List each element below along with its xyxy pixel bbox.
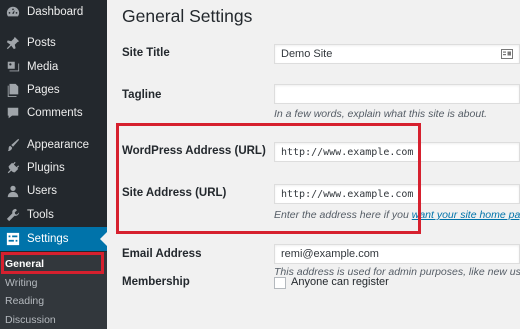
sidebar-item-label: Settings	[27, 233, 69, 245]
sidebar-item-media[interactable]: Media	[0, 56, 107, 78]
user-icon	[5, 183, 21, 199]
sidebar-item-label: Tools	[27, 209, 54, 221]
anyone-can-register-label[interactable]: Anyone can register	[291, 276, 389, 288]
tagline-description: In a few words, explain what this site i…	[274, 108, 488, 120]
email-value: remi@example.com	[281, 248, 379, 260]
sidebar-item-dashboard[interactable]: Dashboard	[0, 1, 107, 23]
wp-address-input[interactable]: http://www.example.com	[274, 142, 520, 162]
wp-address-label: WordPress Address (URL)	[122, 145, 266, 157]
sidebar-item-label: Posts	[27, 37, 56, 49]
admin-sidebar: Dashboard Posts Media Pages Comments App…	[0, 0, 107, 329]
tagline-input[interactable]	[274, 84, 520, 104]
sidebar-item-label: Plugins	[27, 162, 65, 174]
dashboard-icon	[5, 4, 21, 20]
sidebar-item-pages[interactable]: Pages	[0, 79, 107, 101]
settings-icon	[5, 231, 21, 247]
sidebar-item-label: Dashboard	[27, 6, 84, 18]
submenu-item-label: General	[5, 258, 45, 270]
sidebar-item-plugins[interactable]: Plugins	[0, 157, 107, 179]
site-home-link[interactable]: want your site home pag	[412, 209, 520, 221]
submenu-item-reading[interactable]: Reading	[0, 292, 107, 310]
site-address-description-text: Enter the address here if you	[274, 209, 412, 221]
comment-icon	[5, 105, 21, 121]
sidebar-item-label: Pages	[27, 84, 60, 96]
site-address-value: http://www.example.com	[281, 188, 414, 200]
site-title-value: Demo Site	[281, 48, 333, 60]
site-address-input[interactable]: http://www.example.com	[274, 184, 520, 204]
sidebar-item-tools[interactable]: Tools	[0, 204, 107, 226]
sidebar-item-appearance[interactable]: Appearance	[0, 134, 107, 156]
sidebar-item-label: Users	[27, 185, 58, 197]
media-icon	[5, 59, 21, 75]
site-title-label: Site Title	[122, 47, 170, 59]
sidebar-item-label: Comments	[27, 107, 83, 119]
sidebar-item-settings[interactable]: Settings	[0, 227, 107, 251]
submenu-item-writing[interactable]: Writing	[0, 274, 107, 292]
wrench-icon	[5, 207, 21, 223]
site-address-description: Enter the address here if you want your …	[274, 209, 520, 221]
submenu-item-label: Discussion	[5, 314, 56, 326]
membership-label: Membership	[122, 276, 190, 288]
brush-icon	[5, 137, 21, 153]
plug-icon	[5, 160, 21, 176]
sidebar-item-users[interactable]: Users	[0, 180, 107, 202]
site-title-input[interactable]: Demo Site	[274, 44, 520, 64]
sidebar-item-comments[interactable]: Comments	[0, 102, 107, 124]
email-input[interactable]: remi@example.com	[274, 244, 520, 264]
pin-icon	[5, 35, 21, 51]
anyone-can-register-checkbox[interactable]	[274, 277, 286, 289]
pages-icon	[5, 82, 21, 98]
page-title: General Settings	[122, 6, 253, 26]
submenu-item-discussion[interactable]: Discussion	[0, 311, 107, 329]
sidebar-item-label: Appearance	[27, 139, 90, 151]
tagline-label: Tagline	[122, 89, 162, 101]
sidebar-item-label: Media	[27, 61, 59, 73]
site-address-label: Site Address (URL)	[122, 187, 227, 199]
email-label: Email Address	[122, 248, 202, 260]
submenu-item-label: Reading	[5, 295, 45, 307]
active-indicator-arrow	[100, 232, 107, 246]
sidebar-item-posts[interactable]: Posts	[0, 32, 107, 54]
address-card-icon	[501, 49, 513, 59]
wp-address-value: http://www.example.com	[281, 146, 414, 158]
submenu-item-label: Writing	[5, 277, 38, 289]
settings-submenu: General Writing Reading Discussion	[0, 252, 107, 329]
submenu-item-general[interactable]: General	[0, 255, 107, 273]
